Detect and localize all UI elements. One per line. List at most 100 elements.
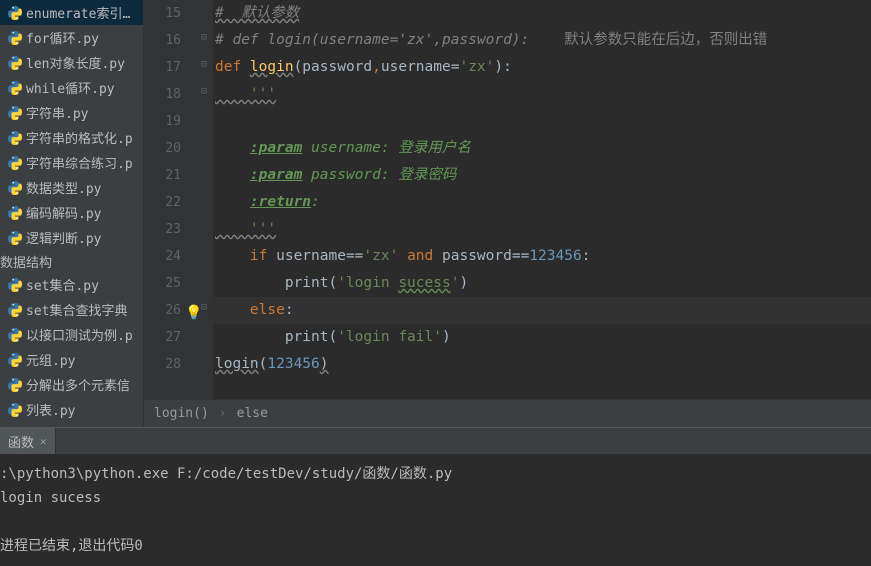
code-text: ): [442, 329, 451, 345]
file-label: 字符串的格式化.p: [26, 128, 133, 147]
console-tab[interactable]: 函数 ✕: [0, 428, 56, 454]
code-text: [215, 194, 250, 210]
fold-marker-icon[interactable]: ⊟: [201, 32, 207, 43]
code-text: ''': [215, 86, 276, 102]
file-item[interactable]: set集合.py: [0, 272, 143, 297]
file-label: 列表.py: [26, 400, 75, 419]
file-label: enumerate索引…: [26, 3, 130, 22]
line-number: 22: [144, 189, 181, 216]
file-item[interactable]: 列表.py: [0, 397, 143, 422]
python-file-icon: [8, 206, 22, 220]
code-text: 登录用户名: [398, 140, 471, 156]
code-text: login: [250, 59, 294, 75]
python-file-icon: [8, 378, 22, 392]
code-text: :: [582, 248, 591, 264]
python-file-icon: [8, 231, 22, 245]
file-item[interactable]: enumerate索引…: [0, 0, 143, 25]
code-text: if: [215, 248, 276, 264]
line-number: 24: [144, 243, 181, 270]
code-text: 'zx': [363, 248, 398, 264]
python-file-icon: [8, 56, 22, 70]
console-command: :\python3\python.exe F:/code/testDev/stu…: [0, 462, 871, 486]
file-label: 以接口测试为例.p: [26, 325, 133, 344]
file-label: 字符串.py: [26, 103, 88, 122]
project-sidebar[interactable]: enumerate索引… for循环.py len对象长度.py while循环…: [0, 0, 144, 427]
file-label: for循环.py: [26, 28, 99, 47]
code-text: print(: [215, 329, 337, 345]
line-number: 27: [144, 324, 181, 351]
file-item[interactable]: 编码解码.py: [0, 200, 143, 225]
lightbulb-icon[interactable]: 💡: [185, 300, 202, 327]
code-text: ): [459, 275, 468, 291]
file-label: len对象长度.py: [26, 53, 125, 72]
code-text: :: [285, 302, 294, 318]
file-item[interactable]: 以接口测试为例.p: [0, 322, 143, 347]
console-output[interactable]: :\python3\python.exe F:/code/testDev/stu…: [0, 454, 871, 566]
file-label: while循环.py: [26, 78, 115, 97]
code-text: ): [320, 356, 329, 372]
python-file-icon: [8, 403, 22, 417]
fold-column[interactable]: ⊟ ⊟ ⊟ ⊟: [199, 0, 213, 399]
file-label: 编码解码.py: [26, 203, 101, 222]
python-file-icon: [8, 156, 22, 170]
code-content[interactable]: # 默认参数 # def login(username='zx',passwor…: [213, 0, 871, 399]
breadcrumb[interactable]: login() › else: [144, 399, 871, 427]
close-icon[interactable]: ✕: [40, 435, 47, 448]
file-label: set集合.py: [26, 275, 99, 294]
line-number: 26: [144, 297, 181, 324]
python-file-icon: [8, 6, 22, 20]
python-file-icon: [8, 303, 22, 317]
file-item[interactable]: 分解出多个元素信: [0, 372, 143, 397]
code-text: password:: [302, 167, 398, 183]
line-number-gutter[interactable]: 15 16 17 18 19 20 21 22 23 24 25 26 27 2…: [144, 0, 199, 399]
code-editor[interactable]: 15 16 17 18 19 20 21 22 23 24 25 26 27 2…: [144, 0, 871, 427]
code-text: and: [398, 248, 442, 264]
code-text: username==: [276, 248, 363, 264]
code-text: :param: [250, 167, 302, 183]
code-text: (password: [294, 59, 373, 75]
code-text: login: [215, 356, 259, 372]
code-text: else: [215, 302, 285, 318]
line-number: 19: [144, 108, 181, 135]
breadcrumb-item[interactable]: login(): [154, 406, 209, 421]
file-item[interactable]: for循环.py: [0, 25, 143, 50]
code-text: username:: [302, 140, 398, 156]
fold-marker-icon[interactable]: ⊟: [201, 86, 207, 97]
chevron-right-icon: ›: [219, 406, 227, 421]
console-tabs[interactable]: 函数 ✕: [0, 428, 871, 454]
file-label: set集合查找字典: [26, 300, 127, 319]
file-item[interactable]: len对象长度.py: [0, 50, 143, 75]
code-text: print(: [215, 275, 337, 291]
file-item[interactable]: 数据类型.py: [0, 175, 143, 200]
line-number: 16: [144, 27, 181, 54]
line-number: 15: [144, 0, 181, 27]
breadcrumb-item[interactable]: else: [237, 406, 268, 421]
file-label: 分解出多个元素信: [26, 375, 130, 394]
fold-marker-icon[interactable]: ⊟: [201, 59, 207, 70]
file-label: 字符串综合练习.p: [26, 153, 133, 172]
file-item[interactable]: 逻辑判断.py: [0, 225, 143, 250]
code-text: # 默认参数: [215, 5, 299, 21]
code-text: [215, 140, 250, 156]
file-label: 逻辑判断.py: [26, 228, 101, 247]
code-text: :: [311, 194, 320, 210]
file-item[interactable]: while循环.py: [0, 75, 143, 100]
file-item[interactable]: 字符串的格式化.p: [0, 125, 143, 150]
python-file-icon: [8, 328, 22, 342]
code-text: 默认参数只能在后边，否则出错: [564, 32, 767, 48]
folder-item[interactable]: 数据结构: [0, 250, 143, 272]
file-label: 元组.py: [26, 350, 75, 369]
file-item[interactable]: 字符串综合练习.p: [0, 150, 143, 175]
file-label: 数据类型.py: [26, 178, 101, 197]
line-number: 23: [144, 216, 181, 243]
code-text: # def login(username='zx',password):: [215, 32, 564, 48]
console-tab-label: 函数: [8, 432, 34, 451]
file-item[interactable]: 字符串.py: [0, 100, 143, 125]
file-item[interactable]: 元组.py: [0, 347, 143, 372]
console-stdout: login sucess: [0, 486, 871, 510]
line-number: 28: [144, 351, 181, 378]
code-text: def: [215, 59, 250, 75]
file-item[interactable]: set集合查找字典: [0, 297, 143, 322]
console-exit: 进程已结束,退出代码0: [0, 534, 871, 558]
code-text: 'zx': [459, 59, 494, 75]
